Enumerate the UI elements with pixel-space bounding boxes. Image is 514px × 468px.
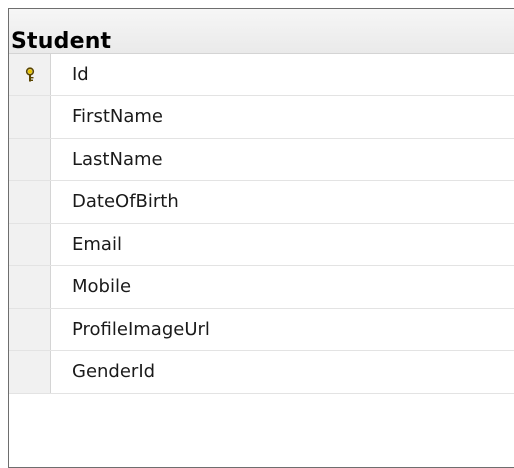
table-title-bar[interactable]: Student [9, 9, 514, 53]
column-name: DateOfBirth [72, 191, 179, 213]
column-row[interactable]: Mobile [9, 266, 514, 309]
column-name: ProfileImageUrl [72, 318, 210, 340]
table-title: Student [11, 29, 112, 54]
row-selector[interactable] [9, 351, 51, 393]
column-row[interactable]: GenderId [9, 351, 514, 394]
column-name: Mobile [72, 276, 132, 298]
column-row[interactable]: Email [9, 223, 514, 266]
column-name: LastName [72, 148, 163, 170]
row-selector[interactable] [9, 308, 51, 350]
column-name: GenderId [72, 361, 156, 383]
row-selector[interactable] [9, 181, 51, 223]
column-row[interactable]: LastName [9, 138, 514, 181]
row-selector[interactable] [9, 96, 51, 138]
row-selector[interactable] [9, 138, 51, 180]
column-row[interactable]: Id [9, 53, 514, 96]
column-row[interactable]: DateOfBirth [9, 181, 514, 224]
table-designer-window[interactable]: Student Id FirstName LastName DateOfBirt… [8, 8, 514, 468]
row-selector[interactable] [9, 223, 51, 265]
column-name: Id [72, 64, 89, 85]
row-selector[interactable] [9, 266, 51, 308]
column-name: Email [72, 233, 122, 255]
column-row[interactable]: ProfileImageUrl [9, 308, 514, 351]
key-icon [24, 66, 36, 83]
column-row[interactable]: FirstName [9, 96, 514, 139]
row-selector[interactable] [9, 54, 51, 95]
column-name: FirstName [72, 106, 163, 128]
column-list: Id FirstName LastName DateOfBirth Email … [9, 53, 514, 394]
